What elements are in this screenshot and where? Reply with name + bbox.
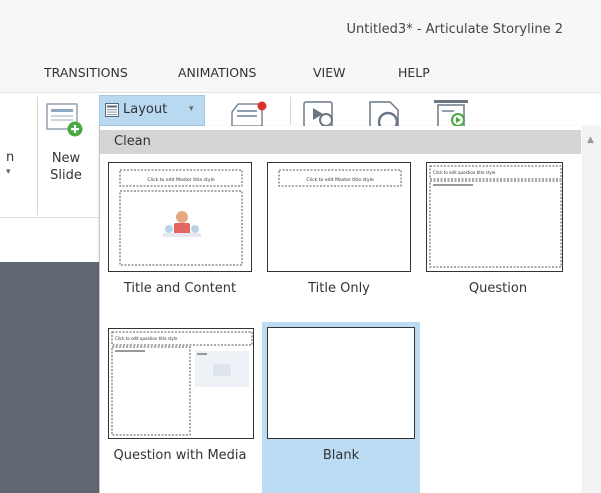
layout-icon — [105, 103, 119, 117]
layout-thumbnail: Click to edit question title style — [426, 162, 563, 272]
scroll-up-icon[interactable]: ▲ — [587, 135, 594, 145]
layout-title-only[interactable]: Click to edit Master title style Title O… — [262, 159, 416, 319]
panel-strip — [0, 217, 100, 263]
layout-thumbnail: Click to edit question title style — [108, 328, 254, 439]
layout-label: Blank — [322, 448, 360, 463]
thumb-question-text: Click to edit question title style — [433, 170, 496, 175]
layout-button-label: Layout — [123, 102, 168, 117]
layout-label: Question with Media — [113, 448, 247, 463]
layout-label: Title and Content — [123, 281, 237, 296]
ribbon-tabs: TRANSITIONS ANIMATIONS VIEW HELP — [0, 58, 601, 93]
cut-off-button-caret[interactable]: ▾ — [6, 167, 11, 177]
layout-question[interactable]: Click to edit question title style Quest… — [421, 159, 575, 319]
new-slide-button[interactable]: New Slide — [46, 150, 86, 184]
layout-thumbnail: Click to edit Master title style — [108, 162, 252, 272]
ribbon-separator — [37, 97, 38, 215]
tab-view[interactable]: VIEW — [313, 65, 346, 80]
tab-animations[interactable]: ANIMATIONS — [178, 65, 256, 80]
layout-blank[interactable]: Blank — [262, 322, 420, 493]
slide-workspace — [0, 262, 100, 493]
layout-label: Question — [468, 281, 528, 296]
layout-question-with-media[interactable]: Click to edit question title style Quest… — [103, 322, 257, 493]
title-bar: Untitled3* - Articulate Storyline 2 — [0, 0, 601, 58]
tab-transitions[interactable]: TRANSITIONS — [44, 65, 128, 80]
window-title: Untitled3* - Articulate Storyline 2 — [346, 22, 564, 37]
tab-help[interactable]: HELP — [398, 65, 430, 80]
category-header: Clean — [100, 130, 581, 154]
layout-thumbnail: Click to edit Master title style — [267, 162, 411, 272]
thumb-question-text: Click to edit question title style — [115, 336, 178, 341]
new-slide-icon[interactable] — [46, 100, 84, 140]
thumb-title-text: Click to edit Master title style — [147, 177, 215, 183]
layout-gallery: Clean ▲ Click to edit Master title style… — [99, 126, 601, 493]
layout-thumbnail — [267, 327, 415, 439]
thumb-title-text: Click to edit Master title style — [306, 177, 374, 183]
layout-label: Title Only — [308, 281, 370, 296]
ribbon-separator — [290, 97, 291, 125]
category-label: Clean — [114, 134, 151, 149]
layout-title-and-content[interactable]: Click to edit Master title style Title a… — [103, 159, 257, 319]
chevron-down-icon: ▾ — [189, 104, 194, 114]
layout-button[interactable]: Layout ▾ — [99, 95, 205, 126]
cut-off-button-label[interactable]: n — [6, 150, 14, 165]
scrollbar[interactable]: ▲ — [582, 126, 601, 493]
